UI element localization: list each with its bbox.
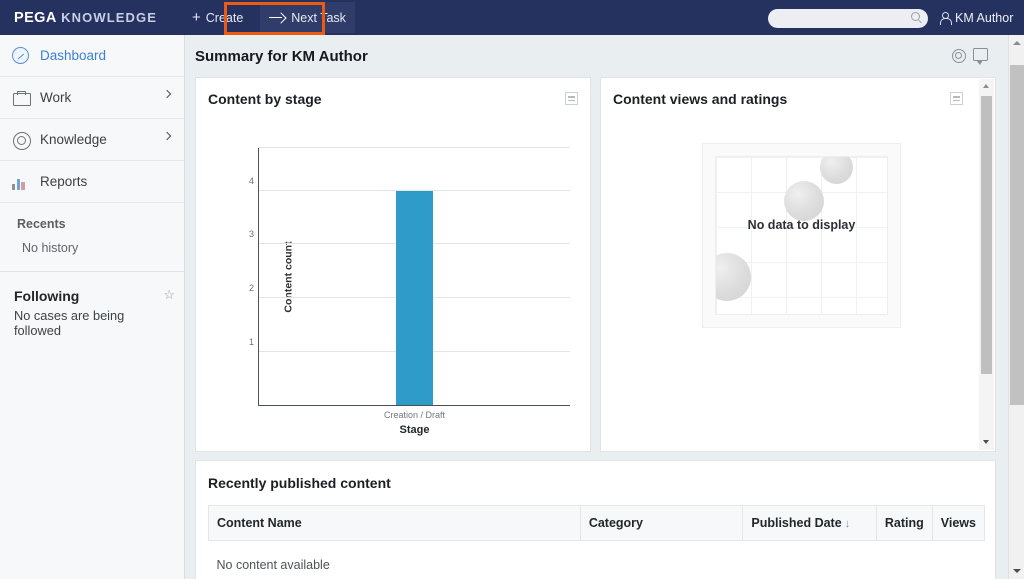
page-header: Summary for KM Author [186, 35, 1024, 77]
arrow-right-icon [269, 12, 286, 24]
scroll-down-arrow[interactable] [979, 435, 994, 450]
following-section: Following No cases are being followed ☆ [0, 272, 184, 338]
create-button[interactable]: + Create [183, 2, 252, 33]
column-header-views[interactable]: Views [932, 505, 986, 541]
chevron-right-icon [162, 131, 172, 141]
card-title: Recently published content [208, 475, 391, 491]
sort-descending-icon: ↓ [844, 518, 851, 530]
placeholder-bubble [784, 181, 824, 221]
recents-section: Recents No history [0, 203, 184, 272]
placeholder-grid [715, 156, 888, 315]
page-scroll-down-arrow[interactable] [1009, 563, 1024, 579]
create-button-label: Create [205, 10, 244, 25]
sidebar-item-label: Knowledge [40, 132, 107, 147]
search-input[interactable] [768, 8, 928, 28]
bar-chart-icon [12, 176, 29, 190]
next-task-button[interactable]: Next Task [260, 2, 355, 33]
dashboard-gauge-icon [12, 47, 29, 64]
next-task-button-label: Next Task [291, 10, 346, 25]
chart-y-tick: 3 [248, 229, 254, 240]
brand-secondary: KNOWLEDGE [61, 9, 157, 25]
chart-x-axis-label: Stage [399, 424, 430, 436]
column-header-category[interactable]: Category [580, 505, 744, 541]
table-header-row: Content Name Category Published Date ↓ Ra… [208, 505, 986, 541]
sidebar-item-label: Dashboard [40, 48, 107, 63]
recents-heading: Recents [17, 217, 66, 231]
placeholder-bubble [716, 253, 751, 301]
column-header-content-name[interactable]: Content Name [208, 505, 581, 541]
bar-creation-draft[interactable] [395, 190, 434, 405]
page-header-actions [950, 47, 988, 65]
search-icon [911, 12, 920, 21]
column-header-published-date[interactable]: Published Date ↓ [742, 505, 877, 541]
sidebar-item-knowledge[interactable]: Knowledge [0, 119, 184, 161]
global-search[interactable] [768, 8, 928, 28]
page-scroll-up-arrow[interactable] [1009, 35, 1024, 51]
comment-bubble-icon[interactable] [973, 48, 988, 65]
user-menu[interactable]: KM Author [940, 0, 1013, 35]
content-views-and-ratings-card: Content views and ratings No data to dis… [600, 77, 996, 452]
user-avatar-icon [940, 11, 952, 25]
scroll-up-arrow[interactable] [979, 79, 994, 94]
table-empty-row: No content available [209, 541, 985, 579]
chart-category-label: Creation / Draft [383, 410, 446, 420]
briefcase-icon [12, 89, 31, 106]
no-data-message: No data to display [747, 218, 856, 232]
lifebuoy-icon [12, 131, 31, 150]
plus-icon: + [191, 9, 201, 26]
following-heading: Following [14, 288, 80, 304]
gear-icon[interactable] [950, 47, 966, 63]
card-scrollbar[interactable] [979, 79, 994, 450]
page-scrollbar-thumb[interactable] [1010, 65, 1024, 405]
sidebar-item-reports[interactable]: Reports [0, 161, 184, 203]
page-title: Summary for KM Author [195, 47, 368, 65]
collapse-icon[interactable] [565, 92, 578, 105]
sidebar-item-label: Work [40, 90, 72, 105]
chevron-right-icon [162, 89, 172, 99]
collapse-icon[interactable] [950, 92, 963, 105]
sidebar-item-label: Reports [40, 174, 88, 189]
following-empty-text: No cases are being followed [14, 308, 125, 338]
top-navigation-bar: PEGA KNOWLEDGE + Create Next Task KM Aut… [0, 0, 1024, 35]
chart-y-tick: 1 [248, 336, 254, 347]
content-by-stage-card: Content by stage Content count 1 2 3 4 C… [195, 77, 591, 452]
user-name-label: KM Author [955, 10, 1014, 25]
card-title: Content views and ratings [613, 91, 788, 107]
chart-plot-area: Content count 1 2 3 4 Creation / Draft S… [249, 147, 570, 436]
bar-chart: Content count 1 2 3 4 Creation / Draft S… [210, 138, 578, 438]
chart-y-tick: 4 [248, 175, 254, 186]
sidebar: Dashboard Work Knowledge Reports Recents… [0, 35, 185, 579]
table-empty-message: No content available [216, 558, 330, 572]
chart-y-tick: 2 [248, 283, 254, 294]
star-icon[interactable]: ☆ [163, 288, 175, 301]
page-scrollbar[interactable] [1008, 35, 1024, 579]
card-title: Content by stage [208, 91, 322, 107]
placeholder-bubble [820, 157, 853, 184]
column-header-rating[interactable]: Rating [876, 505, 933, 541]
sidebar-item-dashboard[interactable]: Dashboard [0, 35, 184, 77]
sidebar-item-work[interactable]: Work [0, 77, 184, 119]
app-logo: PEGA KNOWLEDGE [14, 10, 157, 26]
scrollbar-thumb[interactable] [981, 96, 992, 374]
main-content: Summary for KM Author Content by stage C… [186, 35, 1024, 579]
recents-empty-text: No history [22, 241, 79, 255]
brand-primary: PEGA [14, 9, 57, 26]
application-window: PEGA KNOWLEDGE + Create Next Task KM Aut… [0, 0, 1024, 579]
chart-y-axis-label: Content count [282, 240, 295, 313]
recently-published-content-card: Recently published content Content Name … [195, 460, 996, 579]
views-chart-placeholder: No data to display [702, 143, 901, 328]
recently-published-table: Content Name Category Published Date ↓ Ra… [208, 505, 986, 579]
